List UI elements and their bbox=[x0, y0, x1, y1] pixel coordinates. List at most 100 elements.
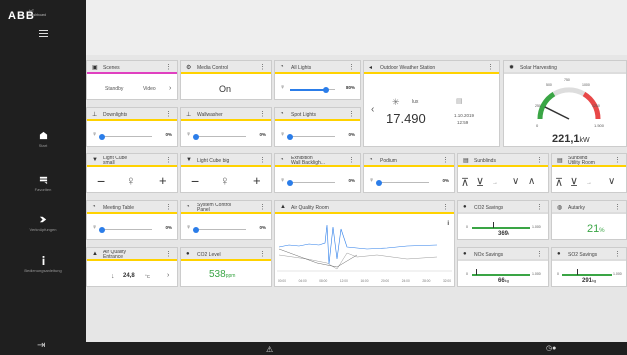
x-label: 32:00 bbox=[443, 279, 451, 283]
tile-sunblind-utility[interactable]: ▤ Sunblind Utility Room ⋮ ⊼ ⊻ → ∨ bbox=[551, 153, 627, 193]
blinds-down-icon[interactable]: ⊻ bbox=[476, 176, 484, 189]
kebab-menu-icon[interactable]: ⋮ bbox=[165, 203, 172, 211]
blinds-down-icon[interactable]: ⊻ bbox=[570, 176, 578, 189]
media-state[interactable]: On bbox=[219, 84, 231, 94]
weather-prev-arrow[interactable]: ‹ bbox=[371, 104, 374, 115]
kebab-menu-icon[interactable]: ⋮ bbox=[165, 156, 172, 164]
dimmer-slider[interactable]: ♀ 80% bbox=[280, 84, 355, 93]
so2-savings-unit: kg bbox=[592, 278, 597, 283]
tile-solar-harvesting[interactable]: ✹ Solar Harvesting 0 1.500 250 500 750 10… bbox=[503, 60, 627, 147]
tile-title: SO2 Savings bbox=[568, 251, 598, 258]
so2-savings-value: 291kg bbox=[582, 278, 596, 284]
tile-media-control[interactable]: ⚙ Media Control ⋮ On bbox=[180, 60, 272, 100]
tile-scenes[interactable]: ▣ Scenes ⋮ Standby Video › bbox=[86, 60, 178, 100]
chevron-down-icon[interactable]: ∨ bbox=[512, 176, 519, 187]
nav-favoriten[interactable]: Favoriten bbox=[0, 175, 86, 192]
tile-header: ▤ Sunblinds ⋮ bbox=[458, 154, 548, 167]
entrance-next-arrow[interactable]: › bbox=[167, 272, 169, 279]
nox-bar bbox=[472, 274, 530, 276]
kebab-menu-icon[interactable]: ⋮ bbox=[536, 156, 543, 164]
tile-light-cube-big[interactable]: ▼ Light Cube big ⋮ − ♀ + bbox=[180, 153, 272, 193]
kebab-menu-icon[interactable]: ⋮ bbox=[536, 250, 543, 258]
hamburger-icon[interactable] bbox=[39, 30, 48, 39]
tile-light-cube-small[interactable]: ▼ Light Cube small ⋮ − ♀ + bbox=[86, 153, 178, 193]
kebab-menu-icon[interactable]: ⋮ bbox=[536, 203, 543, 211]
kebab-menu-icon[interactable]: ⋮ bbox=[614, 250, 621, 258]
kebab-menu-icon[interactable]: ⋮ bbox=[614, 203, 621, 211]
tile-header: ▼ Light Cube big ⋮ bbox=[181, 154, 271, 167]
kebab-menu-icon[interactable]: ⋮ bbox=[259, 250, 266, 258]
kebab-menu-icon[interactable]: ⋮ bbox=[487, 63, 494, 71]
tile-air-quality-room[interactable]: ▲ Air Quality Room ⋮ i 00:00 04:00 08:00 1… bbox=[274, 200, 455, 287]
tile-meeting-table[interactable]: ◔ Meeting Table ⋮ ♀ 0% bbox=[86, 200, 178, 240]
blinds-tilt-icon[interactable]: → bbox=[586, 180, 592, 186]
kebab-menu-icon[interactable]: ⋮ bbox=[442, 203, 449, 211]
kebab-menu-icon[interactable]: ⋮ bbox=[165, 110, 172, 118]
kebab-menu-icon[interactable]: ⋮ bbox=[442, 156, 449, 164]
tile-autarky[interactable]: ◍ Autarky ⋮ 21% bbox=[551, 200, 627, 240]
chevron-up-icon[interactable]: ∧ bbox=[528, 176, 535, 187]
blinds-icon: ▤ bbox=[463, 158, 469, 164]
tile-so2-savings[interactable]: ● SO2 Savings ⋮ 0 1.000 291kg bbox=[551, 247, 627, 287]
tile-system-control-panel[interactable]: ◔ System Control Panel ⋮ ♀ 0% bbox=[180, 200, 272, 240]
tile-podium[interactable]: ◔ Podium ⋮ ♀ 0% bbox=[363, 153, 455, 193]
tile-title: Sunblind Utility Room bbox=[568, 155, 595, 166]
bulb-icon: ◔ bbox=[369, 157, 373, 163]
scene-video-button[interactable]: Video bbox=[143, 86, 156, 92]
kebab-menu-icon[interactable]: ⋮ bbox=[259, 203, 266, 211]
logout-icon[interactable]: ⇥ bbox=[37, 340, 45, 351]
tile-header: ● NOx Savings ⋮ bbox=[458, 248, 548, 261]
tile-exhibition-wall[interactable]: ◔ Exhibition Wall Backligh... ⋮ ♀ 0% bbox=[274, 153, 361, 193]
chart-x-labels: 00:00 04:00 08:00 12:00 16:00 20:00 24:0… bbox=[278, 279, 451, 283]
clock-icon[interactable]: ◷● bbox=[546, 344, 556, 352]
entrance-temperature-unit: °C bbox=[145, 274, 151, 279]
tile-outdoor-weather[interactable]: ◂ Outdoor Weather Station ⋮ ‹ ✳ lux 17.490… bbox=[363, 60, 500, 147]
tile-downlights[interactable]: ⊥ Downlights ⋮ ♀ 0% bbox=[86, 107, 178, 147]
dim-up-button[interactable]: + bbox=[159, 173, 167, 188]
kebab-menu-icon[interactable]: ⋮ bbox=[165, 250, 172, 258]
kebab-menu-icon[interactable]: ⋮ bbox=[348, 110, 355, 118]
nav-bedienungsanleitung[interactable]: Bedienungsanleitung bbox=[0, 256, 86, 273]
x-label: 24:00 bbox=[401, 279, 410, 283]
blinds-up-icon[interactable]: ⊼ bbox=[461, 176, 469, 189]
chevron-down-icon[interactable]: ∨ bbox=[608, 176, 615, 187]
nav-start[interactable]: Start bbox=[0, 131, 86, 148]
nav-verknuepfungen[interactable]: Verknüpfungen bbox=[0, 215, 86, 232]
dim-down-button[interactable]: − bbox=[97, 173, 105, 189]
dimmer-slider[interactable]: ♀ 0% bbox=[369, 177, 449, 186]
dimmer-slider[interactable]: ♀ 0% bbox=[280, 131, 355, 140]
kebab-menu-icon[interactable]: ⋮ bbox=[259, 156, 266, 164]
kebab-menu-icon[interactable]: ⋮ bbox=[348, 63, 355, 71]
kebab-menu-icon[interactable]: ⋮ bbox=[259, 63, 266, 71]
tile-spot-lights[interactable]: ◔ Spot Lights ⋮ ♀ 0% bbox=[274, 107, 361, 147]
dim-down-button[interactable]: − bbox=[191, 173, 199, 189]
tile-all-lights[interactable]: ◔ All Lights ⋮ ♀ 80% bbox=[274, 60, 361, 100]
kebab-menu-icon[interactable]: ⋮ bbox=[348, 156, 355, 164]
solar-tick-1000: 1000 bbox=[582, 83, 590, 87]
dimmer-slider[interactable]: ♀ 0% bbox=[186, 131, 266, 140]
autarky-value: 21% bbox=[587, 223, 605, 235]
kebab-menu-icon[interactable]: ⋮ bbox=[165, 63, 172, 71]
blinds-up-icon[interactable]: ⊼ bbox=[555, 176, 563, 189]
kebab-menu-icon[interactable]: ⋮ bbox=[259, 110, 266, 118]
tile-title: Autarky bbox=[568, 204, 585, 211]
dimmer-slider[interactable]: ♀ 0% bbox=[92, 224, 172, 233]
tile-sunblinds[interactable]: ▤ Sunblinds ⋮ ⊼ ⊻ → ∨ ∧ bbox=[457, 153, 549, 193]
scene-next-arrow[interactable]: › bbox=[169, 85, 171, 92]
tile-header: ◔ Podium ⋮ bbox=[364, 154, 454, 167]
kebab-menu-icon[interactable]: ⋮ bbox=[614, 156, 621, 164]
tile-air-quality-entrance[interactable]: ▲ Air Quality Entrance ⋮ ↓ 24,8 °C › bbox=[86, 247, 178, 287]
scene-standby-button[interactable]: Standby bbox=[105, 86, 123, 92]
tile-wallwasher[interactable]: ⊥ Wallwasher ⋮ ♀ 0% bbox=[180, 107, 272, 147]
dimmer-slider[interactable]: ♀ 0% bbox=[92, 131, 172, 140]
tile-co2-level[interactable]: ● CO2 Level ⋮ 538ppm bbox=[180, 247, 272, 287]
tile-nox-savings[interactable]: ● NOx Savings ⋮ 0 1.000 66kg bbox=[457, 247, 549, 287]
warning-icon[interactable]: ⚠ bbox=[266, 345, 273, 354]
dimmer-slider[interactable]: ♀ 0% bbox=[280, 177, 355, 186]
solar-scale-min: 0 bbox=[536, 123, 539, 128]
tile-co2-savings[interactable]: ● CO2 Savings ⋮ 0 1.000 369t bbox=[457, 200, 549, 240]
dim-up-button[interactable]: + bbox=[253, 173, 261, 188]
x-label: 28:00 bbox=[422, 279, 431, 283]
dimmer-slider[interactable]: ♀ 0% bbox=[186, 224, 266, 233]
blinds-tilt-icon[interactable]: → bbox=[492, 180, 498, 186]
